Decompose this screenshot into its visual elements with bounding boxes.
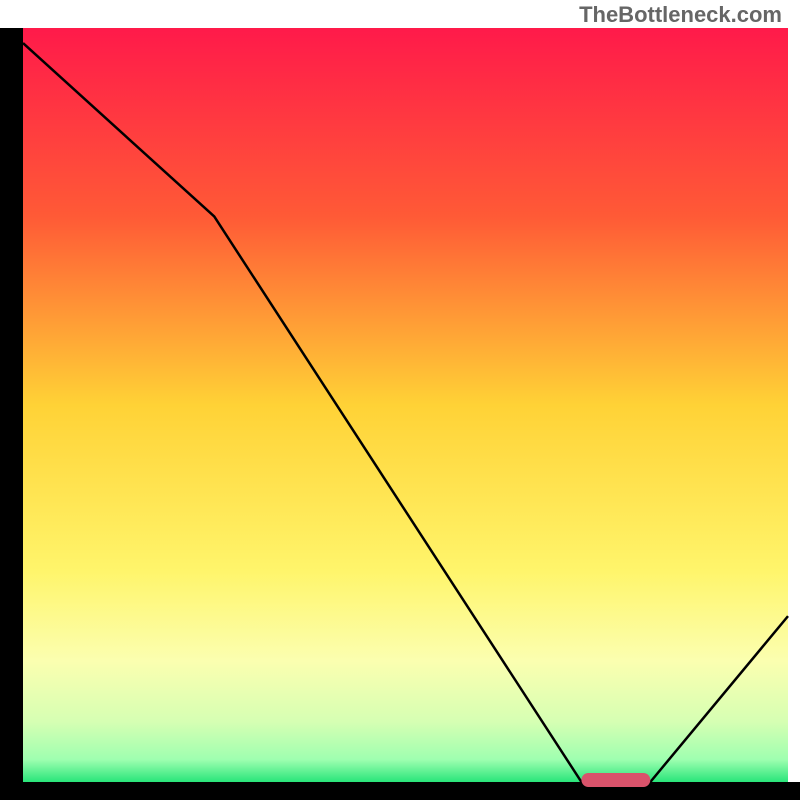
plot-background xyxy=(23,28,788,782)
chart-container: TheBottleneck.com xyxy=(0,0,800,800)
chart-marker xyxy=(581,773,650,787)
chart-svg xyxy=(0,0,800,800)
watermark-text: TheBottleneck.com xyxy=(579,2,782,28)
